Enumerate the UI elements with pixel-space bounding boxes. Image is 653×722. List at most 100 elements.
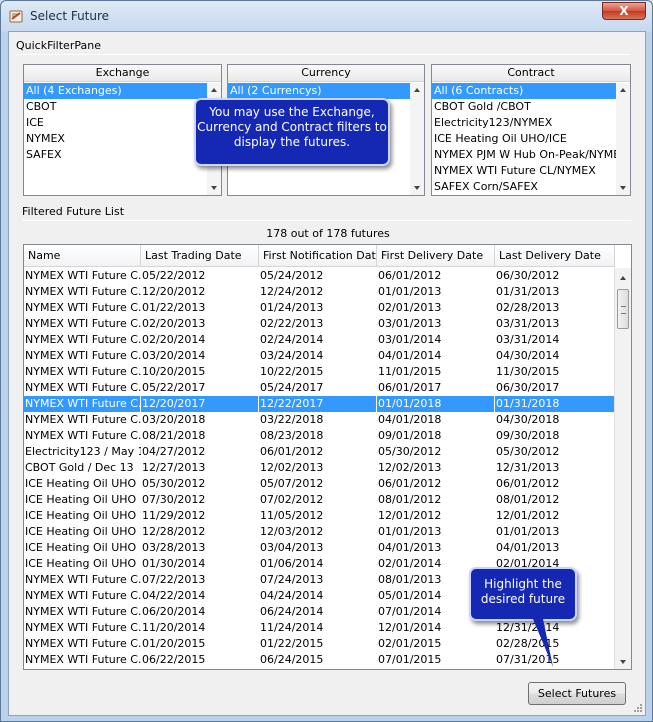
contract-item[interactable]: Electricity123/NYMEX: [432, 115, 616, 131]
contract-item[interactable]: SAFEX Corn/SAFEX: [432, 179, 616, 195]
table-row[interactable]: ICE Heating Oil UHO ... 05/30/2012 05/07/2…: [24, 476, 615, 492]
scroll-up-icon[interactable]: [414, 88, 420, 92]
cell-first-delivery-date: 12/01/2012: [378, 509, 442, 522]
cell-last-trading-date: 07/22/2013: [142, 573, 206, 586]
cell-last-trading-date: 12/27/2013: [142, 461, 206, 474]
contract-item[interactable]: All (6 Contracts): [432, 83, 616, 99]
column-header-last-trading-date[interactable]: Last Trading Date: [141, 245, 259, 267]
grid-scrollbar[interactable]: [614, 268, 631, 669]
cell-first-delivery-date: 04/01/2013: [378, 541, 442, 554]
table-row[interactable]: NYMEX WTI Future C... 11/20/2014 11/24/201…: [24, 620, 615, 636]
cell-last-delivery-date: 04/30/2014: [496, 349, 560, 362]
cell-first-delivery-date: 05/30/2012: [378, 445, 442, 458]
cell-name: NYMEX WTI Future C...: [25, 301, 141, 314]
select-futures-button[interactable]: Select Futures: [528, 682, 626, 705]
cell-first-delivery-date: 02/01/2015: [378, 637, 442, 650]
table-row[interactable]: ICE Heating Oil UHO ... 11/29/2012 11/05/2…: [24, 508, 615, 524]
table-row[interactable]: NYMEX WTI Future C... 10/20/2015 10/22/201…: [24, 364, 615, 380]
contract-scrollbar[interactable]: [616, 83, 630, 195]
exchange-item[interactable]: NYMEX: [24, 131, 207, 147]
column-header-name[interactable]: Name: [24, 245, 141, 267]
cell-first-delivery-date: 12/02/2013: [378, 461, 442, 474]
table-row[interactable]: NYMEX WTI Future C... 05/22/2017 05/24/201…: [24, 380, 615, 396]
cell-first-notification-date: 06/24/2015: [260, 653, 324, 666]
column-header-first-notification-date[interactable]: First Notification Date: [259, 245, 377, 267]
table-row[interactable]: NYMEX WTI Future C... 12/20/2017 12/22/201…: [24, 396, 615, 412]
cell-first-notification-date: 06/24/2014: [260, 605, 324, 618]
contract-item[interactable]: CBOT Gold /CBOT: [432, 99, 616, 115]
cell-name: ICE Heating Oil UHO ...: [25, 477, 141, 490]
exchange-item[interactable]: All (4 Exchanges): [24, 83, 207, 99]
table-row[interactable]: NYMEX WTI Future C... 01/20/2015 01/22/201…: [24, 636, 615, 652]
scroll-down-icon[interactable]: [414, 186, 420, 190]
scroll-up-icon[interactable]: [211, 88, 217, 92]
cell-name: Electricity123 / May 12: [25, 445, 141, 458]
future-count-label: 178 out of 178 futures: [266, 227, 390, 240]
cell-last-delivery-date: 03/31/2013: [496, 317, 560, 330]
table-row[interactable]: NYMEX WTI Future C... 06/22/2015 06/24/201…: [24, 652, 615, 668]
cell-name: NYMEX WTI Future C...: [25, 589, 141, 602]
cell-first-notification-date: 03/04/2013: [260, 541, 324, 554]
scroll-up-icon[interactable]: [620, 88, 626, 92]
contract-item[interactable]: ICE Heating Oil UHO/ICE: [432, 131, 616, 147]
cell-last-trading-date: 07/30/2012: [142, 493, 206, 506]
exchange-item[interactable]: SAFEX: [24, 147, 207, 163]
title-bar[interactable]: Select Future X: [1, 1, 652, 31]
table-row[interactable]: NYMEX WTI Future C... 12/20/2012 12/24/201…: [24, 284, 615, 300]
filtered-future-list-title: Filtered Future List: [22, 205, 125, 218]
scroll-down-icon[interactable]: [211, 186, 217, 190]
exchange-filter-header: Exchange: [24, 65, 221, 82]
cell-last-trading-date: 04/22/2014: [142, 589, 206, 602]
cell-last-delivery-date: 06/30/2012: [496, 269, 560, 282]
scroll-up-icon[interactable]: [620, 276, 626, 280]
table-row[interactable]: CBOT Gold / Dec 13 12/27/2013 12/02/2013 12…: [24, 460, 615, 476]
scroll-thumb[interactable]: [617, 289, 629, 329]
cell-first-notification-date: 12/03/2012: [260, 525, 324, 538]
exchange-item[interactable]: CBOT: [24, 99, 207, 115]
table-row[interactable]: Electricity123 / May 12 04/27/2012 06/01/2…: [24, 444, 615, 460]
cell-last-trading-date: 03/20/2014: [142, 349, 206, 362]
table-row[interactable]: NYMEX WTI Future C... 08/21/2018 08/23/201…: [24, 428, 615, 444]
contract-item[interactable]: NYMEX PJM W Hub On-Peak/NYMEX: [432, 147, 616, 163]
cell-first-notification-date: 02/22/2013: [260, 317, 324, 330]
currency-item[interactable]: All (2 Currencys): [228, 83, 410, 99]
column-header-first-delivery-date[interactable]: First Delivery Date: [377, 245, 495, 267]
contract-filter-list: All (6 Contracts) CBOT Gold /CBOT Electric…: [432, 83, 616, 195]
table-row[interactable]: NYMEX WTI Future C... 03/20/2014 03/24/201…: [24, 348, 615, 364]
cell-first-notification-date: 03/22/2018: [260, 413, 324, 426]
resize-grip-icon[interactable]: [633, 703, 643, 713]
table-row[interactable]: NYMEX WTI Future C... 02/20/2013 02/22/201…: [24, 316, 615, 332]
table-row[interactable]: NYMEX WTI Future C... 05/22/2012 05/24/201…: [24, 268, 615, 284]
scroll-down-icon[interactable]: [620, 186, 626, 190]
currency-scrollbar[interactable]: [410, 83, 424, 195]
cell-last-trading-date: 12/28/2012: [142, 525, 206, 538]
table-row[interactable]: NYMEX WTI Future C... 01/22/2013 01/24/201…: [24, 300, 615, 316]
exchange-filter-list: All (4 Exchanges) CBOT ICE NYMEX SAFEX: [24, 83, 207, 195]
contract-filter-header: Contract: [432, 65, 630, 82]
cell-first-delivery-date: 03/01/2013: [378, 317, 442, 330]
table-row[interactable]: NYMEX WTI Future C... 02/20/2014 02/24/201…: [24, 332, 615, 348]
cell-last-trading-date: 05/22/2017: [142, 381, 206, 394]
exchange-item[interactable]: ICE: [24, 115, 207, 131]
contract-item[interactable]: NYMEX WTI Future CL/NYMEX: [432, 163, 616, 179]
cell-last-delivery-date: 08/01/2012: [496, 493, 560, 506]
cell-first-notification-date: 01/22/2015: [260, 637, 324, 650]
table-row[interactable]: ICE Heating Oil UHO ... 03/28/2013 03/04/2…: [24, 540, 615, 556]
cell-first-delivery-date: 04/01/2018: [378, 413, 442, 426]
contract-filter: Contract All (6 Contracts) CBOT Gold /CBO…: [431, 64, 631, 196]
cell-last-trading-date: 08/21/2018: [142, 429, 206, 442]
cell-first-notification-date: 07/24/2013: [260, 573, 324, 586]
close-button[interactable]: X: [602, 2, 646, 20]
cell-first-delivery-date: 06/01/2017: [378, 381, 442, 394]
cell-last-trading-date: 06/20/2014: [142, 605, 206, 618]
scroll-down-icon[interactable]: [620, 660, 626, 664]
cell-name: NYMEX WTI Future C...: [25, 637, 141, 650]
app-icon: [9, 10, 23, 23]
cell-last-trading-date: 11/20/2014: [142, 621, 206, 634]
table-row[interactable]: ICE Heating Oil UHO ... 07/30/2012 07/02/2…: [24, 492, 615, 508]
table-row[interactable]: ICE Heating Oil UHO ... 12/28/2012 12/03/2…: [24, 524, 615, 540]
cell-name: NYMEX WTI Future C...: [25, 269, 141, 282]
cell-last-trading-date: 12/20/2017: [141, 396, 259, 412]
table-row[interactable]: NYMEX WTI Future C... 03/20/2018 03/22/201…: [24, 412, 615, 428]
column-header-last-delivery-date[interactable]: Last Delivery Date: [495, 245, 615, 267]
